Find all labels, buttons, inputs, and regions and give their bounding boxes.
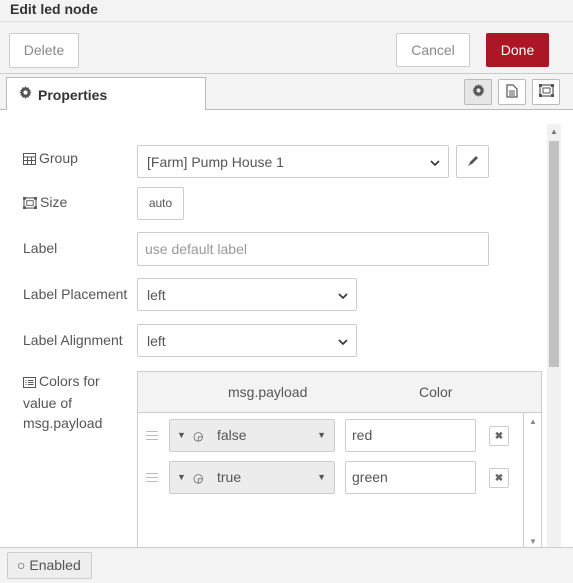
payload-value-input[interactable]: ▼ ◶ true ▼	[169, 461, 335, 494]
close-icon: ✖	[494, 430, 504, 442]
close-icon: ✖	[494, 472, 504, 484]
payload-value: false	[217, 427, 247, 443]
object-group-icon	[23, 196, 37, 212]
table-icon	[23, 152, 36, 168]
size-row-label: Size	[23, 194, 67, 212]
circle-icon: ○	[17, 557, 26, 573]
scroll-up-icon[interactable]: ▲	[529, 417, 537, 426]
pencil-icon	[467, 154, 479, 170]
color-column-header: Color	[419, 384, 453, 400]
scroll-up-icon[interactable]: ▲	[550, 127, 558, 136]
scrollbar-thumb[interactable]	[549, 141, 559, 367]
caret-down-icon: ▼	[177, 430, 186, 440]
label-alignment-value: left	[147, 332, 166, 349]
color-value: red	[352, 427, 373, 443]
chevron-down-icon: ▼	[317, 472, 326, 482]
scroll-down-icon[interactable]: ▼	[529, 537, 537, 546]
tab-properties[interactable]: Properties	[6, 77, 206, 111]
file-text-icon	[506, 83, 518, 101]
tab-properties-label: Properties	[38, 87, 108, 103]
cancel-button[interactable]: Cancel	[396, 33, 470, 67]
group-label: Group	[39, 150, 78, 166]
delete-button[interactable]: Delete	[9, 33, 79, 68]
chevron-down-icon	[338, 333, 348, 349]
chevron-down-icon	[338, 287, 348, 303]
tabs-bar: Properties	[0, 74, 573, 111]
color-input[interactable]: green	[345, 461, 476, 494]
colors-list-scrollbar[interactable]: ▲ ▼	[525, 413, 541, 547]
label-alignment-label: Label Alignment	[23, 332, 123, 348]
group-row-label: Group	[23, 150, 78, 168]
chevron-down-icon: ▼	[317, 430, 326, 440]
payload-column-header: msg.payload	[228, 384, 308, 400]
group-select[interactable]: [Farm] Pump House 1	[137, 145, 449, 178]
label-placement-select[interactable]: left	[137, 278, 357, 311]
gear-icon	[19, 86, 32, 102]
color-value: green	[352, 469, 388, 485]
enabled-toggle[interactable]: ○ Enabled	[7, 552, 92, 579]
enabled-label: Enabled	[29, 557, 81, 573]
caret-down-icon: ▼	[177, 472, 186, 482]
gear-icon	[471, 84, 485, 100]
tab-description-button[interactable]	[498, 79, 526, 105]
label-placement-value: left	[147, 286, 166, 303]
tab-node-properties-button[interactable]	[464, 79, 492, 105]
tray-footer: ○ Enabled	[0, 547, 573, 583]
remove-row-button[interactable]: ✖	[489, 468, 509, 488]
group-select-value: [Farm] Pump House 1	[147, 153, 284, 170]
properties-panel: ▲ Group [Farm] Pump House 1 Size auto La…	[0, 110, 573, 547]
colors-list: ▼ ◶ false ▼ red ✖ ▼ ◶ true ▼ green ✖	[138, 413, 524, 547]
panel-scrollbar[interactable]: ▲	[547, 124, 561, 547]
label-label: Label	[23, 240, 58, 256]
tray-toolbar: Delete Cancel Done	[0, 22, 573, 74]
boolean-type-icon: ◶	[193, 471, 204, 485]
chevron-down-icon	[430, 154, 440, 170]
done-button[interactable]: Done	[486, 33, 549, 67]
payload-value-input[interactable]: ▼ ◶ false ▼	[169, 419, 335, 452]
size-button[interactable]: auto	[137, 187, 184, 220]
label-input[interactable]: use default label	[137, 232, 489, 266]
colors-editable-list: msg.payload Color ▼ ◶ false ▼ red ✖ ▼ ◶ …	[137, 371, 542, 547]
color-input[interactable]: red	[345, 419, 476, 452]
size-label: Size	[40, 194, 68, 210]
object-group-icon	[538, 84, 554, 100]
colors-list-header: msg.payload Color	[138, 372, 541, 413]
label-alignment-select[interactable]: left	[137, 324, 357, 357]
colors-row-label: Colors for value of msg.payload	[23, 371, 133, 433]
tab-appearance-button[interactable]	[532, 79, 560, 105]
list-alt-icon	[23, 373, 36, 393]
drag-handle-icon[interactable]	[146, 431, 158, 441]
boolean-type-icon: ◶	[193, 429, 204, 443]
remove-row-button[interactable]: ✖	[489, 426, 509, 446]
label-input-placeholder: use default label	[145, 241, 247, 257]
payload-value: true	[217, 469, 242, 485]
label-placement-label: Label Placement	[23, 286, 128, 302]
tray-header: Edit led node	[0, 0, 573, 22]
tray-title: Edit led node	[10, 1, 98, 17]
edit-group-button[interactable]	[456, 145, 489, 178]
drag-handle-icon[interactable]	[146, 473, 158, 483]
